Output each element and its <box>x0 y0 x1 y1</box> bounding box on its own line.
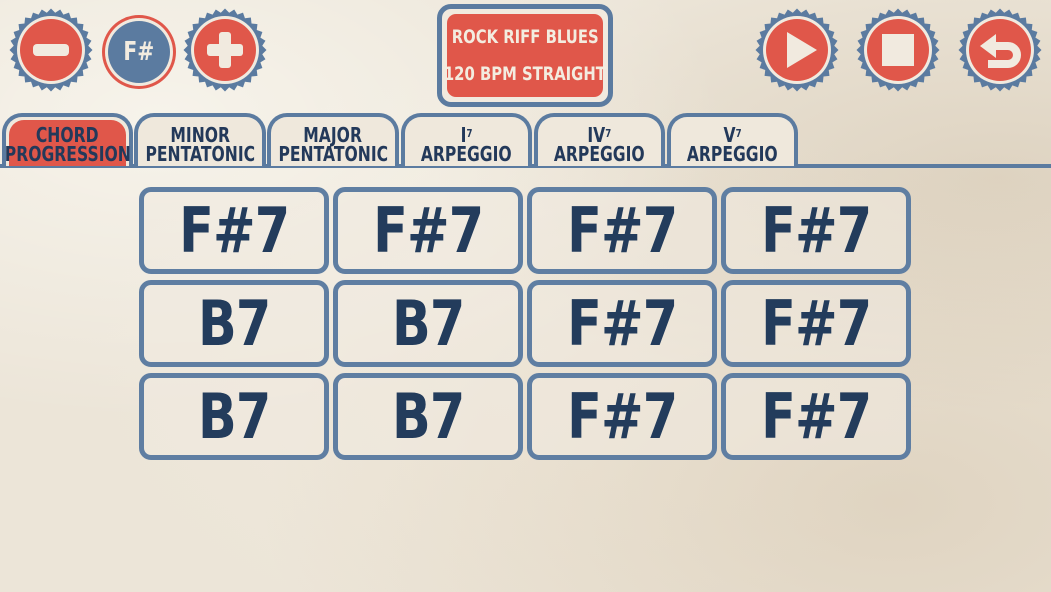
play-icon <box>755 8 839 92</box>
chord-cell[interactable]: B7 <box>333 373 523 460</box>
tab-v7-arpeggio[interactable]: V7 ARPEGGIO <box>667 113 798 166</box>
chord-label: F#7 <box>566 286 678 360</box>
chord-label: B7 <box>391 286 465 360</box>
tab-minor-pentatonic[interactable]: MINOR PENTATONIC <box>134 113 266 166</box>
chord-cell[interactable]: F#7 <box>139 187 329 274</box>
tab-major-pentatonic[interactable]: MAJOR PENTATONIC <box>267 113 399 166</box>
chord-label: F#7 <box>566 379 678 453</box>
increase-key-button[interactable] <box>183 8 267 92</box>
chord-cell[interactable]: B7 <box>139 373 329 460</box>
key-indicator: F# <box>101 14 177 90</box>
chord-label: B7 <box>391 379 465 453</box>
play-button[interactable] <box>755 8 839 92</box>
tempo-label: 120 BPM STRAIGHT <box>443 62 607 85</box>
chord-cell[interactable]: F#7 <box>721 373 911 460</box>
chord-label: B7 <box>197 286 271 360</box>
chord-label: B7 <box>197 379 271 453</box>
chord-label: F#7 <box>760 193 872 267</box>
song-info-panel: ROCK RIFF BLUES 120 BPM STRAIGHT <box>437 4 613 107</box>
chord-cell[interactable]: B7 <box>333 280 523 367</box>
chord-cell[interactable]: B7 <box>139 280 329 367</box>
chord-cell[interactable]: F#7 <box>721 280 911 367</box>
undo-button[interactable] <box>958 8 1042 92</box>
chord-cell[interactable]: F#7 <box>527 280 717 367</box>
chord-cell[interactable]: F#7 <box>721 187 911 274</box>
key-label: F# <box>123 37 155 67</box>
chord-grid: F#7 F#7 F#7 F#7 B7 B7 F#7 F#7 B7 B7 F#7 … <box>139 187 911 460</box>
tab-chord-progression[interactable]: CHORD PROGRESSION <box>2 113 133 166</box>
song-title: ROCK RIFF BLUES <box>451 25 599 48</box>
chord-cell[interactable]: F#7 <box>333 187 523 274</box>
minus-icon <box>9 8 93 92</box>
chord-label: F#7 <box>760 379 872 453</box>
stop-button[interactable] <box>856 8 940 92</box>
stop-icon <box>856 8 940 92</box>
decrease-key-button[interactable] <box>9 8 93 92</box>
chord-label: F#7 <box>760 286 872 360</box>
chord-cell[interactable]: F#7 <box>527 187 717 274</box>
chord-label: F#7 <box>178 193 290 267</box>
tab-iv7-arpeggio[interactable]: IV7 ARPEGGIO <box>534 113 665 166</box>
chord-cell[interactable]: F#7 <box>527 373 717 460</box>
chord-label: F#7 <box>372 193 484 267</box>
tab-i7-arpeggio[interactable]: I7 ARPEGGIO <box>401 113 532 166</box>
chord-label: F#7 <box>566 193 678 267</box>
plus-icon <box>183 8 267 92</box>
tab-bar: CHORD PROGRESSION MINOR PENTATONIC MAJOR… <box>0 113 1051 168</box>
undo-icon <box>958 8 1042 92</box>
